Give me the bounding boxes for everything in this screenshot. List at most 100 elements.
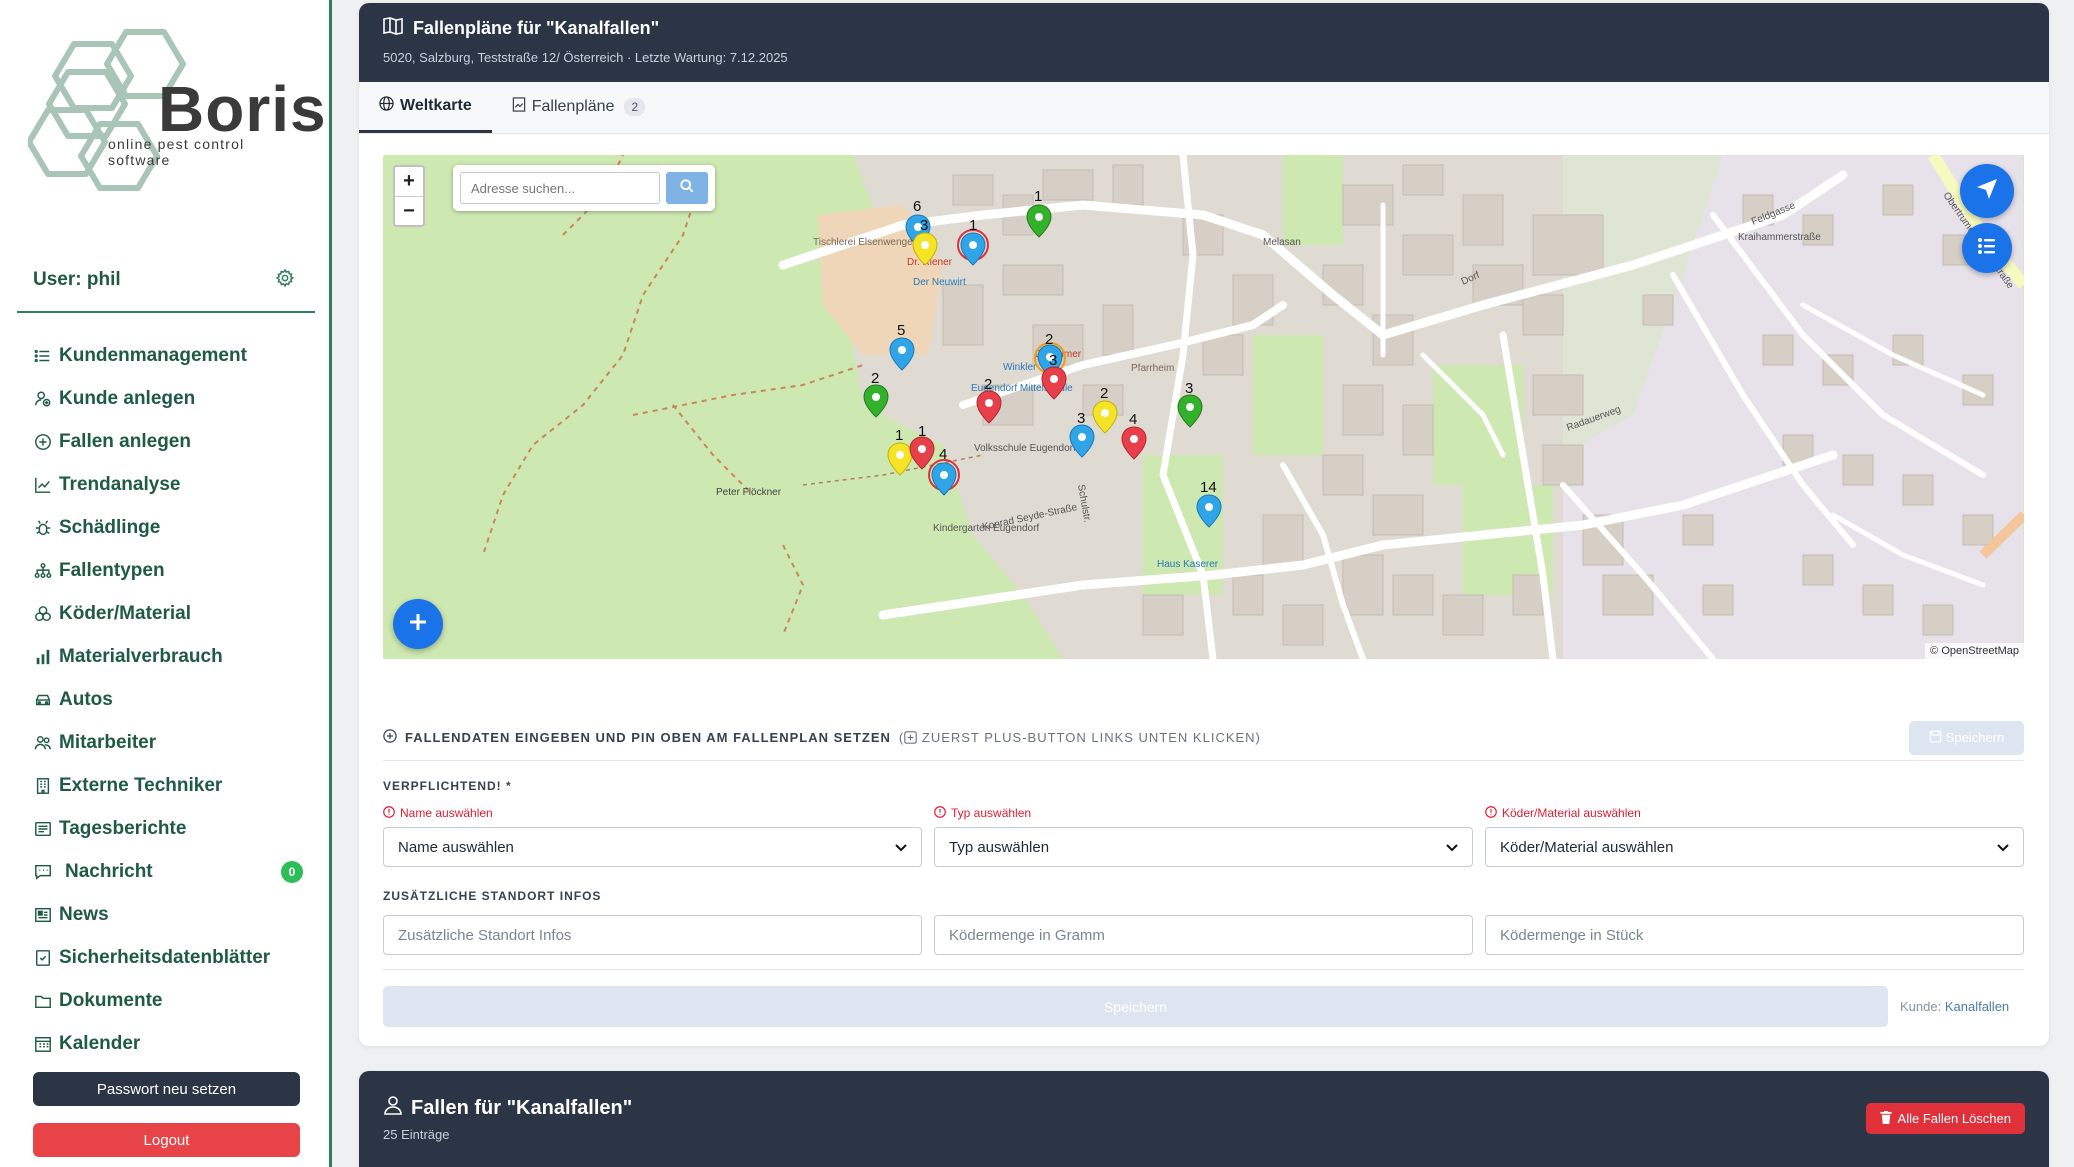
nav-label: Externe Techniker xyxy=(59,774,223,796)
map-view[interactable]: Konrad Seyde-Straße Radauerweg Feldgasse… xyxy=(383,155,2024,659)
svg-text:6: 6 xyxy=(913,198,921,215)
poi-label: Pfarrheim xyxy=(1131,363,1174,374)
car-icon xyxy=(33,690,53,710)
nav-item-kundenmanagement[interactable]: Kundenmanagement xyxy=(33,334,303,377)
delete-all-traps-button[interactable]: Alle Fallen Löschen xyxy=(1865,1103,2025,1134)
nav-item-schaedlinge[interactable]: Schädlinge xyxy=(33,506,303,549)
map-attribution[interactable]: © OpenStreetMap xyxy=(1925,643,2024,659)
type-field: Typ auswählen Typ auswählen xyxy=(934,805,1473,867)
page-subtitle: 5020, Salzburg, Teststraße 12/ Österreic… xyxy=(383,50,788,65)
tab-weltkarte[interactable]: Weltkarte xyxy=(359,81,492,133)
form-heading: FALLENDATEN EINGEBEN UND PIN OBEN AM FAL… xyxy=(383,729,1261,746)
nav-item-nachricht[interactable]: Nachricht 0 xyxy=(33,850,303,893)
name-select[interactable]: Name auswählen xyxy=(383,827,922,867)
locate-button[interactable] xyxy=(1960,164,2014,218)
save-button[interactable]: Speichern xyxy=(383,986,1888,1027)
add-pin-button[interactable] xyxy=(393,599,443,649)
type-select[interactable]: Typ auswählen xyxy=(934,827,1473,867)
message-count-badge: 0 xyxy=(281,860,303,883)
logout-button[interactable]: Logout xyxy=(33,1123,300,1157)
nav-item-tagesberichte[interactable]: Tagesberichte xyxy=(33,807,303,850)
nav-item-kunde-anlegen[interactable]: Kunde anlegen xyxy=(33,377,303,420)
nav-label: Materialverbrauch xyxy=(59,645,223,667)
nav-label: Trendanalyse xyxy=(59,473,181,495)
nav-item-kalender[interactable]: Kalender xyxy=(33,1022,303,1065)
traps-title: Fallen für "Kanalfallen" xyxy=(411,1096,633,1119)
svg-text:1: 1 xyxy=(1034,188,1042,205)
building-icon xyxy=(33,776,53,796)
traps-count: 25 Einträge xyxy=(383,1127,450,1142)
zoom-out-button[interactable]: − xyxy=(395,196,423,225)
hierarchy-icon xyxy=(33,561,53,581)
nav-label: Tagesberichte xyxy=(59,817,187,839)
bait-grams-input[interactable]: Ködermenge in Gramm xyxy=(934,915,1473,955)
svg-text:2: 2 xyxy=(1100,385,1108,402)
user-row: User: phil xyxy=(33,268,295,292)
address-search-input[interactable] xyxy=(460,172,660,204)
location-info-input[interactable]: Zusätzliche Standort Infos xyxy=(383,915,922,955)
nav-label: Fallentypen xyxy=(59,559,165,581)
address-search xyxy=(453,165,715,211)
nav-item-news[interactable]: News xyxy=(33,893,303,936)
password-reset-button[interactable]: Passwort neu setzen xyxy=(33,1072,300,1106)
bug-icon xyxy=(33,518,53,538)
customer-info: Kunde: Kanalfallen xyxy=(1900,999,2024,1014)
user-add-icon xyxy=(33,389,53,409)
nav-item-externe-techniker[interactable]: Externe Techniker xyxy=(33,764,303,807)
nav-item-sicherheitsdatenblaetter[interactable]: Sicherheitsdatenblätter xyxy=(33,936,303,979)
extra-info-label: ZUSÄTZLICHE STANDORT INFOS xyxy=(383,889,602,903)
user-label: User: phil xyxy=(33,269,121,290)
list-icon xyxy=(1976,235,1998,262)
main-nav: Kundenmanagement Kunde anlegen Fallen an… xyxy=(33,334,303,1065)
nav-label: Mitarbeiter xyxy=(59,731,157,753)
alert-circle-icon xyxy=(383,805,395,821)
zoom-in-button[interactable]: + xyxy=(395,167,423,196)
globe-icon xyxy=(379,95,394,116)
nav-item-materialverbrauch[interactable]: Materialverbrauch xyxy=(33,635,303,678)
nav-item-autos[interactable]: Autos xyxy=(33,678,303,721)
nav-label: Kunde anlegen xyxy=(59,387,196,409)
save-button-top[interactable]: Speichern xyxy=(1909,720,2024,755)
svg-text:2: 2 xyxy=(1045,331,1053,348)
chevron-down-icon xyxy=(1446,839,1458,856)
poi-label: Kindergarten Eugendorf xyxy=(933,523,1039,534)
trap-form: FALLENDATEN EINGEBEN UND PIN OBEN AM FAL… xyxy=(383,720,2024,1027)
traps-card: Fallen für "Kanalfallen" 25 Einträge All… xyxy=(359,1071,2049,1167)
image-icon xyxy=(512,97,526,117)
logo: Boris online pest control software xyxy=(28,24,326,204)
bait-error: Köder/Material auswählen xyxy=(1485,805,2024,821)
trap-list-button[interactable] xyxy=(1962,223,2012,273)
svg-text:3: 3 xyxy=(920,217,928,234)
error-text: Köder/Material auswählen xyxy=(1502,806,1641,820)
nav-item-koeder-material[interactable]: Köder/Material xyxy=(33,592,303,635)
svg-text:1: 1 xyxy=(918,423,926,440)
nav-label: Sicherheitsdatenblätter xyxy=(59,946,271,968)
nav-item-dokumente[interactable]: Dokumente xyxy=(33,979,303,1022)
svg-text:3: 3 xyxy=(1077,410,1085,427)
nav-item-mitarbeiter[interactable]: Mitarbeiter xyxy=(33,721,303,764)
save-icon xyxy=(1929,730,1942,746)
chevron-down-icon xyxy=(895,839,907,856)
nav-item-fallentypen[interactable]: Fallentypen xyxy=(33,549,303,592)
tab-fallenplaene[interactable]: Fallenpläne 2 xyxy=(492,81,665,133)
address-search-button[interactable] xyxy=(666,172,708,204)
poi-label: Volksschule Eugendorf xyxy=(974,443,1076,454)
customer-link[interactable]: Kanalfallen xyxy=(1945,999,2009,1014)
logo-tagline: online pest control software xyxy=(108,136,245,168)
bar-chart-icon xyxy=(33,647,53,667)
nav-label: Fallen anlegen xyxy=(59,430,191,452)
nav-label: News xyxy=(59,903,109,925)
bait-pieces-input[interactable]: Ködermenge in Stück xyxy=(1485,915,2024,955)
poi-label: Tischlerei Elsenwenger xyxy=(813,237,917,248)
plus-square-icon xyxy=(904,730,918,745)
nav-item-fallen-anlegen[interactable]: Fallen anlegen xyxy=(33,420,303,463)
message-icon xyxy=(33,862,53,882)
poi-label: Melasan xyxy=(1263,237,1301,248)
nav-label: Dokumente xyxy=(59,989,163,1011)
bait-select[interactable]: Köder/Material auswählen xyxy=(1485,827,2024,867)
nav-item-trendanalyse[interactable]: Trendanalyse xyxy=(33,463,303,506)
form-heading-text: FALLENDATEN EINGEBEN UND PIN OBEN AM FAL… xyxy=(405,730,891,745)
settings-gear-icon[interactable] xyxy=(275,268,295,293)
type-error: Typ auswählen xyxy=(934,805,1473,821)
plus-circle-icon xyxy=(33,432,53,452)
